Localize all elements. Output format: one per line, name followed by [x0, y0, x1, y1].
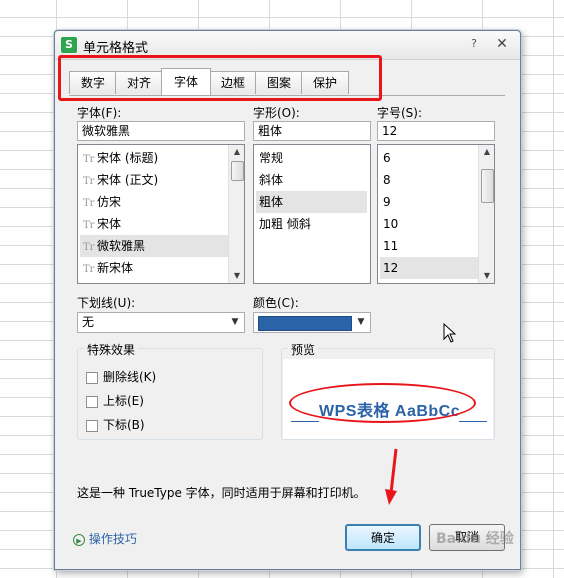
list-item[interactable]: 10 — [380, 213, 479, 235]
list-item[interactable]: Tr 宋体 (标题) — [80, 147, 229, 169]
truetype-icon: Tr — [83, 176, 95, 187]
style-label: 字形(O): — [253, 106, 300, 120]
watermark-logo: Baidu 经验 — [436, 531, 514, 547]
list-item[interactable]: 常规 — [256, 147, 367, 169]
list-item[interactable]: 8 — [380, 169, 479, 191]
underline-label: 下划线(U): — [77, 296, 136, 310]
chevron-down-icon[interactable]: ▼ — [354, 315, 368, 330]
subscript-checkbox[interactable] — [86, 419, 98, 432]
color-swatch — [258, 316, 352, 331]
effects-title: 特殊效果 — [84, 341, 139, 358]
size-label: 字号(S): — [377, 106, 423, 120]
list-item[interactable]: Tr 新宋体 — [80, 257, 229, 279]
effects-group: 特殊效果 删除线(K) 上标(E) 下标(B) — [77, 341, 263, 440]
cell-format-dialog: S 单元格格式 ? ✕ 数字 对齐 字体 边框 图案 保护 字体(F): 微软雅… — [54, 30, 521, 570]
tips-link[interactable]: ▶ 操作技巧 — [73, 530, 137, 547]
underline-select[interactable]: 无 ▼ — [77, 312, 245, 333]
scroll-up-icon[interactable]: ▲ — [229, 145, 245, 159]
list-item-selected[interactable]: Tr 微软雅黑 — [80, 235, 229, 257]
strikethrough-option[interactable]: 删除线(K) — [86, 369, 156, 385]
font-input[interactable]: 微软雅黑 — [77, 121, 245, 141]
wps-spreadsheet-icon: S — [61, 37, 77, 53]
preview-area: WPS表格 AaBbCc — [283, 359, 493, 439]
size-input[interactable]: 12 — [377, 121, 495, 141]
list-item-selected[interactable]: 12 — [380, 257, 479, 279]
underline-value: 无 — [82, 315, 95, 329]
list-item[interactable]: 斜体 — [256, 169, 367, 191]
font-description: 这是一种 TrueType 字体，同时适用于屏幕和打印机。 — [77, 486, 366, 500]
annotation-ellipse — [289, 383, 476, 423]
preview-title: 预览 — [288, 341, 319, 358]
scroll-down-icon[interactable]: ▼ — [479, 269, 495, 283]
style-list[interactable]: 常规 斜体 粗体 加粗 倾斜 — [253, 144, 371, 284]
style-input[interactable]: 粗体 — [253, 121, 371, 141]
font-tab-panel: 字体(F): 微软雅黑 Tr 宋体 (标题) Tr 宋体 (正文) Tr 仿宋 Tr 宋… — [69, 95, 505, 504]
close-icon[interactable]: ✕ — [491, 35, 513, 53]
truetype-icon: Tr — [83, 264, 95, 275]
annotation-tab-box — [58, 55, 382, 101]
mouse-cursor-icon — [443, 323, 457, 343]
list-item[interactable]: Tr 宋体 — [80, 213, 229, 235]
subscript-option[interactable]: 下标(B) — [86, 417, 145, 433]
list-item[interactable]: 加粗 倾斜 — [256, 213, 367, 235]
list-item[interactable]: 6 — [380, 147, 479, 169]
truetype-icon: Tr — [83, 154, 95, 165]
list-item[interactable]: 11 — [380, 235, 479, 257]
preview-baseline — [459, 421, 487, 422]
list-item-selected[interactable]: 粗体 — [256, 191, 367, 213]
size-list[interactable]: 6 8 9 10 11 12 ▲ ▼ — [377, 144, 495, 284]
chevron-down-icon[interactable]: ▼ — [228, 315, 242, 330]
truetype-icon: Tr — [83, 220, 95, 231]
list-item[interactable]: Tr 仿宋 — [80, 191, 229, 213]
preview-baseline — [291, 421, 319, 422]
superscript-option[interactable]: 上标(E) — [86, 393, 144, 409]
list-item[interactable]: Tr 宋体 (正文) — [80, 169, 229, 191]
scroll-down-icon[interactable]: ▼ — [229, 269, 245, 283]
color-label: 颜色(C): — [253, 296, 299, 310]
dialog-title: 单元格格式 — [83, 41, 149, 56]
scroll-up-icon[interactable]: ▲ — [479, 145, 495, 159]
scroll-thumb[interactable] — [481, 169, 494, 203]
play-icon: ▶ — [73, 533, 85, 546]
truetype-icon: Tr — [83, 242, 95, 253]
font-list-scrollbar[interactable]: ▲ ▼ — [228, 145, 244, 283]
scroll-thumb[interactable] — [231, 161, 244, 181]
ok-button[interactable]: 确定 — [345, 524, 421, 551]
font-label: 字体(F): — [77, 106, 122, 120]
truetype-icon: Tr — [83, 198, 95, 209]
size-list-scrollbar[interactable]: ▲ ▼ — [478, 145, 494, 283]
preview-group: 预览 WPS表格 AaBbCc — [281, 341, 495, 440]
help-icon[interactable]: ? — [467, 37, 481, 51]
superscript-checkbox[interactable] — [86, 395, 98, 408]
list-item[interactable]: 9 — [380, 191, 479, 213]
font-list[interactable]: Tr 宋体 (标题) Tr 宋体 (正文) Tr 仿宋 Tr 宋体 Tr 微软雅黑 Tr 新… — [77, 144, 245, 284]
color-select[interactable]: ▼ — [253, 312, 371, 333]
strikethrough-checkbox[interactable] — [86, 371, 98, 384]
annotation-arrow-icon — [385, 448, 398, 505]
